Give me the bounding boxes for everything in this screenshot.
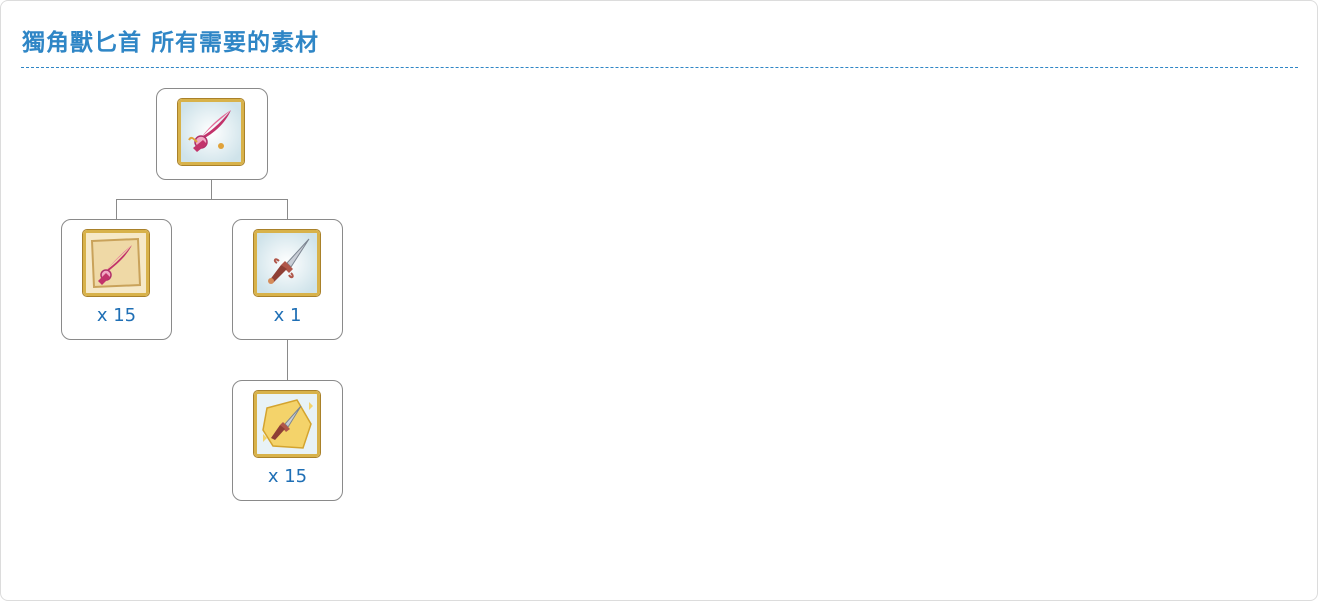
tree-connector: [116, 199, 288, 200]
tree-connector: [116, 199, 117, 219]
page-title: 獨角獸匕首 所有需要的素材: [22, 30, 320, 56]
material-node-root[interactable]: [156, 88, 268, 180]
unicorn-dagger-fragment-icon: [83, 230, 149, 296]
quantity-label: x 15: [267, 466, 308, 487]
material-node-dagger-fragment[interactable]: x 15: [232, 380, 343, 501]
title-divider: [21, 67, 1298, 68]
ornate-dagger-fragment-icon: [254, 391, 320, 457]
ornate-dagger-icon: [254, 230, 320, 296]
tree-connector: [287, 199, 288, 219]
quantity-label: x 1: [273, 305, 302, 326]
material-node-fragment[interactable]: x 15: [61, 219, 172, 340]
material-node-dagger[interactable]: x 1: [232, 219, 343, 340]
quantity-label: x 15: [96, 305, 137, 326]
unicorn-dagger-icon: [178, 99, 244, 165]
tree-connector: [287, 340, 288, 380]
materials-panel: 獨角獸匕首 所有需要的素材 x 15 x 1 x 15: [0, 0, 1318, 601]
tree-connector: [211, 179, 212, 199]
